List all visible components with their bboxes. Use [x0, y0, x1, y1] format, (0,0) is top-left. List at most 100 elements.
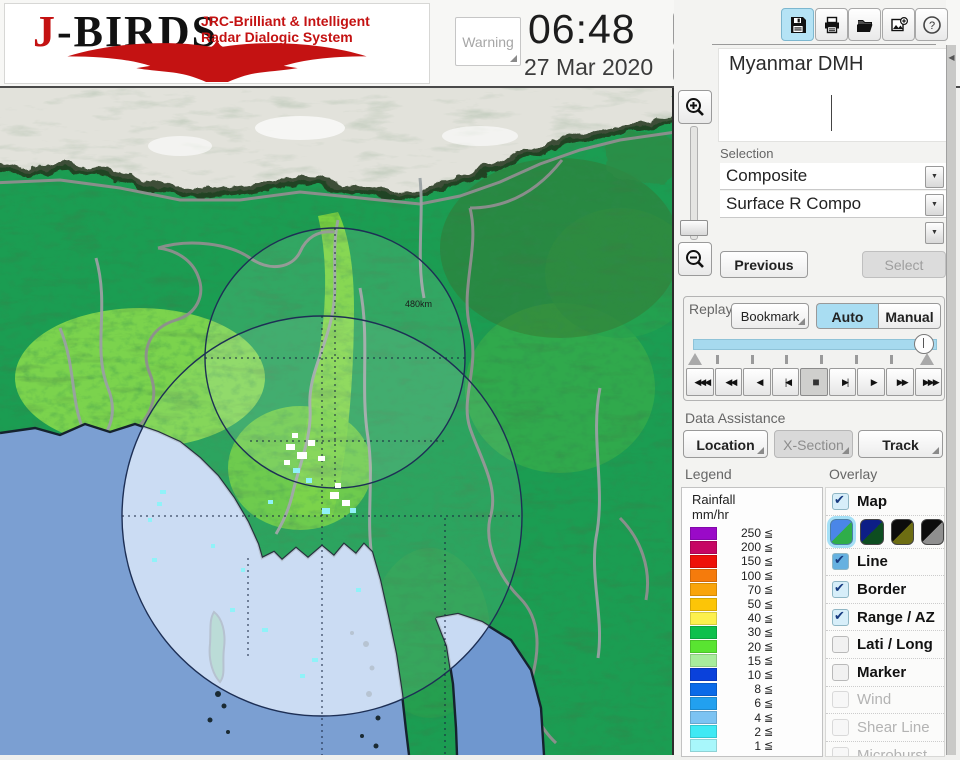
collapse-panel-icon[interactable]: ◀ [947, 53, 956, 62]
overlay-item-range-az[interactable]: Range / AZ [826, 602, 944, 631]
zoom-in-button[interactable] [678, 90, 712, 124]
rainfall-legend: Rainfall mm/hr 250 ≦ 200 ≦ 150 ≦ 100 ≦ 70 ≦ 5… [681, 487, 823, 757]
zoom-slider-thumb[interactable] [680, 220, 708, 236]
map-style-row [826, 514, 944, 548]
print-icon [824, 16, 839, 33]
lati-long-checkbox[interactable] [832, 636, 849, 654]
product-dropdown[interactable]: Surface R Compo ▼ [720, 191, 946, 218]
overlay-item-lati-long[interactable]: Lati / Long [826, 630, 944, 658]
stop-button[interactable]: ■ [800, 368, 828, 396]
clock-time: 06:48 [528, 6, 636, 52]
legend-swatch [690, 583, 717, 597]
clock-date: 27 Mar 2020 [524, 54, 654, 80]
overlay-item-map[interactable]: Map [826, 488, 944, 515]
map-checkbox[interactable] [832, 492, 849, 510]
parameter-dropdown[interactable]: ▼ [720, 219, 946, 245]
skip-forward-button[interactable]: ▶▶▶ [914, 368, 943, 396]
legend-swatch [690, 597, 717, 611]
track-button[interactable]: Track [858, 430, 943, 458]
eagle-logo-icon [67, 39, 367, 82]
select-button[interactable]: Select [862, 251, 946, 278]
legend-swatch [690, 696, 717, 710]
play-reverse-button[interactable]: ◀ [743, 368, 771, 396]
help-icon: ? [922, 15, 941, 34]
rewind-button[interactable]: ◀◀ [714, 368, 743, 396]
legend-row: 15 ≦ [682, 654, 822, 668]
step-forward-button[interactable]: ▶| [828, 368, 857, 396]
overlay-item-line[interactable]: Line [826, 547, 944, 576]
app-logo: J-BIRDS JRC-Brilliant & Intelligent Rada… [4, 3, 430, 84]
legend-swatch [690, 625, 717, 639]
fast-rewind-button[interactable]: ◀◀◀ [686, 368, 714, 396]
radar-map[interactable]: 480km [0, 78, 695, 756]
dropdown-value: Composite [726, 166, 808, 185]
image-export-button[interactable] [882, 8, 915, 41]
manual-mode-button[interactable]: Manual [878, 303, 941, 329]
slider-tick [751, 355, 754, 364]
product-type-dropdown[interactable]: Composite ▼ [720, 163, 946, 190]
legend-row: 250 ≦ [682, 526, 822, 540]
zoom-in-icon [686, 98, 704, 116]
map-style-olive-button[interactable] [890, 518, 914, 545]
legend-row: 200 ≦ [682, 540, 822, 554]
panel-splitter[interactable]: ◀ [946, 45, 956, 755]
legend-swatch [690, 540, 717, 554]
slider-tick [820, 355, 823, 364]
divider [712, 44, 936, 45]
legend-row: 150 ≦ [682, 554, 822, 568]
wind-checkbox [832, 691, 849, 709]
microburst-checkbox [832, 746, 849, 756]
legend-row: 2 ≦ [682, 725, 822, 739]
previous-button[interactable]: Previous [720, 251, 808, 278]
chevron-down-icon[interactable]: ▼ [925, 166, 944, 188]
slider-start-marker[interactable] [688, 353, 702, 365]
overlay-item-border[interactable]: Border [826, 575, 944, 603]
slider-end-marker[interactable] [920, 353, 934, 365]
step-back-button[interactable]: |◀ [771, 368, 800, 396]
data-assistance-label: Data Assistance [685, 410, 786, 426]
legend-swatch [690, 725, 717, 739]
play-button[interactable]: ▶ [857, 368, 885, 396]
map-style-terrain-button[interactable] [830, 518, 854, 545]
dropdown-value: Surface R Compo [726, 194, 862, 213]
range-az-checkbox[interactable] [832, 608, 849, 626]
slider-tick [785, 355, 788, 364]
zoom-out-button[interactable] [678, 242, 712, 276]
auto-mode-button[interactable]: Auto [816, 303, 878, 329]
map-style-gray-button[interactable] [920, 518, 944, 545]
chevron-down-icon[interactable]: ▼ [925, 222, 944, 244]
legend-row: 100 ≦ [682, 569, 822, 583]
warning-button[interactable]: Warning [455, 17, 521, 66]
fast-forward-button[interactable]: ▶▶ [885, 368, 914, 396]
legend-row: 8 ≦ [682, 682, 822, 696]
legend-swatch [690, 668, 717, 682]
legend-swatch [690, 611, 717, 625]
marker-checkbox[interactable] [832, 663, 849, 681]
legend-row: 6 ≦ [682, 696, 822, 710]
bookmark-button[interactable]: Bookmark [731, 303, 809, 329]
location-button[interactable]: Location [683, 430, 768, 458]
line-checkbox[interactable] [832, 552, 849, 571]
slider-tick [855, 355, 858, 364]
overlay-item-marker[interactable]: Marker [826, 657, 944, 686]
chevron-down-icon[interactable]: ▼ [925, 194, 944, 216]
help-button[interactable]: ? [915, 8, 948, 41]
map-style-dark-blue-button[interactable] [860, 518, 884, 545]
svg-text:?: ? [928, 20, 934, 32]
replay-slider-thumb[interactable] [914, 334, 934, 354]
legend-unit: mm/hr [692, 507, 729, 522]
save-button[interactable] [781, 8, 814, 41]
border-checkbox[interactable] [832, 580, 849, 598]
legend-swatch [690, 739, 717, 753]
print-button[interactable] [815, 8, 848, 41]
zoom-out-icon [686, 250, 704, 268]
playback-controls: ◀◀◀ ◀◀ ◀ |◀ ■ ▶| ▶ ▶▶ ▶▶▶ [686, 368, 943, 396]
station-list[interactable]: Myanmar DMH [718, 48, 948, 142]
legend-row: 4 ≦ [682, 710, 822, 725]
xsection-button[interactable]: X-Section [774, 430, 853, 458]
legend-row: 20 ≦ [682, 640, 822, 654]
replay-slider-track[interactable] [693, 339, 937, 350]
legend-swatch [690, 654, 717, 668]
open-folder-button[interactable] [848, 8, 881, 41]
legend-row: 30 ≦ [682, 625, 822, 639]
